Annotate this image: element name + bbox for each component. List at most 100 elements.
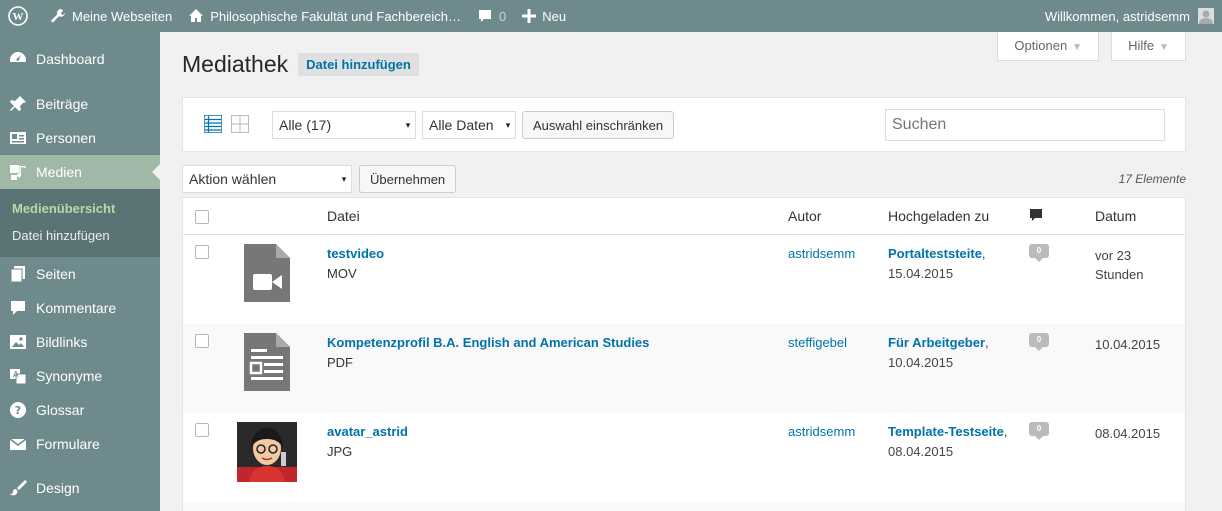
screen-options-button[interactable]: Optionen ▼: [997, 32, 1100, 61]
row-checkbox[interactable]: [195, 423, 209, 437]
grid-view-icon[interactable]: [231, 115, 249, 136]
sidebar-item-dashboard[interactable]: Dashboard: [0, 42, 160, 76]
filter-button[interactable]: Auswahl einschränken: [522, 111, 675, 139]
column-header-file[interactable]: Datei: [327, 208, 360, 224]
parent-cell: Template-Testseite,: [888, 424, 1008, 439]
row-checkbox[interactable]: [195, 245, 209, 259]
date-cell: vor 23 Stunden: [1095, 246, 1143, 284]
new-content-menu[interactable]: Neu: [514, 0, 574, 32]
table-header: Datei Autor Hochgeladen zu Datum: [183, 198, 1185, 235]
sidebar-item-synonyms[interactable]: A Synonyme: [0, 359, 160, 393]
date-line-1: 10.04.2015: [1095, 337, 1161, 352]
author-link[interactable]: astridsemm: [788, 246, 855, 261]
comment-count-bubble[interactable]: 0: [1029, 244, 1049, 262]
dashboard-icon: [8, 49, 28, 69]
wordpress-logo-icon[interactable]: W: [0, 0, 42, 32]
date-select[interactable]: Alle Daten ▾: [422, 111, 516, 139]
video-file-icon[interactable]: [244, 244, 290, 305]
media-type-select[interactable]: Alle (17) ▾: [272, 111, 416, 139]
comments-count: 0: [498, 8, 507, 24]
search-input[interactable]: [885, 109, 1165, 141]
brush-icon: [8, 478, 28, 498]
site-name-label: Philosophische Fakultät und Fachbereich…: [210, 8, 461, 24]
author-link[interactable]: astridsemm: [788, 424, 855, 439]
triangle-down-icon: ▼: [1159, 42, 1169, 53]
document-file-icon[interactable]: [244, 333, 290, 394]
wrench-icon: [51, 9, 65, 23]
sidebar-item-forms[interactable]: Formulare: [0, 427, 160, 461]
file-type: MOV: [327, 266, 357, 281]
sidebar-item-label: Personen: [36, 130, 96, 146]
svg-text:A: A: [13, 370, 19, 379]
admin-bar: W Meine Webseiten Philosophische Fakultä…: [0, 0, 1222, 32]
sidebar-item-media[interactable]: Medien: [0, 155, 160, 189]
help-button[interactable]: Hilfe ▼: [1111, 32, 1186, 61]
translate-icon: A: [8, 366, 28, 386]
select-arrow-icon: ▾: [505, 119, 511, 130]
sidebar-item-design[interactable]: Design: [0, 471, 160, 505]
parent-date: 10.04.2015: [888, 355, 954, 370]
sidebar-item-glossary[interactable]: ? Glossar: [0, 393, 160, 427]
file-title-link[interactable]: testvideo: [327, 246, 384, 261]
table-row: testvideo MOV astridsemm Portalteststeit…: [183, 235, 1185, 324]
sidebar-item-label: Medien: [36, 164, 82, 180]
svg-text:W: W: [13, 11, 24, 23]
triangle-down-icon: ▼: [1072, 42, 1083, 53]
parent-date: 15.04.2015: [888, 266, 954, 281]
table-nav-top: Aktion wählen ▾ Übernehmen 17 Elemente: [182, 165, 1186, 195]
page-title-row: Mediathek Datei hinzufügen: [182, 51, 419, 78]
select-arrow-icon: ▾: [405, 119, 411, 130]
date-line-2: Stunden: [1095, 267, 1144, 282]
submenu-add-file[interactable]: Datei hinzufügen: [0, 222, 160, 249]
media-filter-bar: Alle (17) ▾ Alle Daten ▾ Auswahl einschr…: [182, 97, 1186, 152]
bulk-action-select[interactable]: Aktion wählen ▾: [182, 165, 352, 193]
user-avatar-small: [1198, 8, 1214, 24]
sidebar-item-comments[interactable]: Kommentare: [0, 291, 160, 325]
item-count: 17 Elemente: [1118, 172, 1186, 186]
my-sites-menu[interactable]: Meine Webseiten: [42, 0, 180, 32]
sidebar-item-label: Synonyme: [36, 368, 103, 384]
welcome-text: Willkommen, astridsemm: [1044, 8, 1190, 24]
date-line-1: vor 23: [1095, 248, 1132, 263]
sidebar-item-label: Bildlinks: [36, 334, 88, 350]
account-menu[interactable]: Willkommen, astridsemm: [1037, 0, 1222, 32]
select-all-checkbox[interactable]: [195, 210, 209, 224]
submenu-media-library[interactable]: Medienübersicht: [0, 195, 160, 222]
column-header-author[interactable]: Autor: [788, 208, 821, 224]
add-new-button[interactable]: Datei hinzufügen: [298, 53, 419, 76]
file-title-link[interactable]: avatar_astrid: [327, 424, 408, 439]
row-checkbox[interactable]: [195, 334, 209, 348]
my-sites-label: Meine Webseiten: [72, 8, 173, 24]
page-title: Mediathek: [182, 51, 289, 77]
comment-count-bubble[interactable]: 0: [1029, 422, 1049, 440]
column-header-date[interactable]: Datum: [1095, 208, 1136, 224]
comments-menu[interactable]: 0: [469, 0, 514, 32]
comment-count-bubble[interactable]: 0: [1029, 333, 1049, 351]
sidebar-item-label: Seiten: [36, 266, 76, 282]
site-name-menu[interactable]: Philosophische Fakultät und Fachbereich…: [180, 0, 469, 32]
column-header-uploaded-to[interactable]: Hochgeladen zu: [888, 208, 989, 224]
bulk-action-value: Aktion wählen: [189, 171, 277, 187]
avatar-image[interactable]: [237, 422, 297, 485]
select-arrow-icon: ▾: [341, 173, 347, 184]
list-view-icon[interactable]: [203, 114, 223, 136]
mail-icon: [8, 434, 28, 454]
parent-link[interactable]: Für Arbeitgeber: [888, 335, 985, 350]
parent-link[interactable]: Template-Testseite: [888, 424, 1004, 439]
media-icon: [8, 162, 28, 182]
file-title-link[interactable]: Kompetenzprofil B.A. English and America…: [327, 335, 649, 350]
comment-icon: [8, 298, 28, 318]
parent-link[interactable]: Portalteststeite: [888, 246, 982, 261]
id-card-icon: [8, 128, 28, 148]
sidebar-item-imagelinks[interactable]: Bildlinks: [0, 325, 160, 359]
author-link[interactable]: steffigebel: [788, 335, 847, 350]
apply-button[interactable]: Übernehmen: [359, 165, 457, 193]
screen-meta-links: Optionen ▼ Hilfe ▼: [985, 32, 1186, 61]
sidebar-item-persons[interactable]: Personen: [0, 121, 160, 155]
sidebar-item-label: Formulare: [36, 436, 100, 452]
comment-column-icon[interactable]: [1029, 208, 1043, 225]
parent-cell: Für Arbeitgeber,: [888, 335, 989, 350]
sidebar-item-posts[interactable]: Beiträge: [0, 87, 160, 121]
sidebar-item-pages[interactable]: Seiten: [0, 257, 160, 291]
svg-text:?: ?: [15, 404, 21, 417]
